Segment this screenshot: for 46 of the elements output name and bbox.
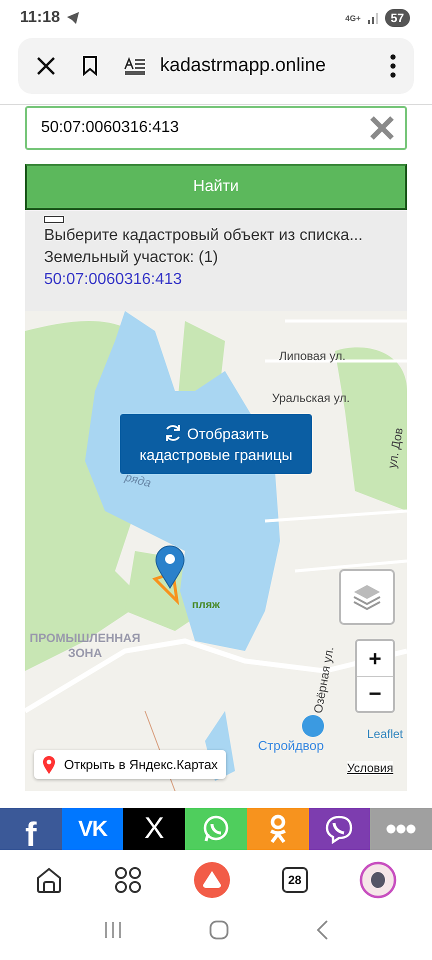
chat-bubble-icon bbox=[324, 814, 354, 844]
viber-share-button[interactable] bbox=[308, 808, 370, 850]
minimize-icon[interactable] bbox=[44, 216, 64, 223]
assistant-icon[interactable] bbox=[192, 861, 231, 899]
close-icon[interactable] bbox=[36, 56, 56, 76]
reader-icon[interactable] bbox=[124, 57, 146, 75]
map-label: Стройдвор bbox=[258, 738, 324, 753]
home-button-icon[interactable] bbox=[208, 920, 229, 940]
dots-icon bbox=[386, 824, 416, 834]
vk-share-button[interactable]: VK bbox=[62, 808, 124, 850]
back-icon[interactable] bbox=[316, 920, 328, 940]
map-label: ПРОМЫШЛЕННАЯ ЗОНА bbox=[28, 631, 142, 661]
search-field[interactable]: 50:07:0060316:413 bbox=[25, 106, 407, 150]
zoom-out-button[interactable]: − bbox=[357, 676, 393, 711]
terms-link[interactable]: Условия bbox=[347, 761, 394, 775]
home-icon[interactable] bbox=[35, 866, 64, 894]
facebook-share-button[interactable]: f bbox=[0, 808, 62, 850]
map-pin-icon[interactable] bbox=[155, 545, 185, 589]
result-link[interactable]: 50:07:0060316:413 bbox=[44, 271, 388, 289]
network-type: 4G+ bbox=[345, 14, 361, 22]
calendar-tabs-button[interactable]: 28 bbox=[282, 867, 308, 893]
results-prompt: Выберите кадастровый объект из списка... bbox=[44, 227, 364, 245]
send-icon bbox=[66, 12, 80, 24]
show-boundaries-button[interactable]: Отобразить кадастровые границы bbox=[120, 414, 312, 474]
x-share-button[interactable]: X bbox=[123, 808, 186, 850]
results-category: Земельный участок: (1) bbox=[44, 249, 220, 267]
phone-bubble-icon bbox=[202, 815, 230, 843]
profile-avatar-icon[interactable] bbox=[358, 861, 397, 899]
map-label: Уральская ул. bbox=[272, 391, 350, 405]
bookmark-icon[interactable] bbox=[82, 56, 98, 76]
map-label: Озёрная ул. bbox=[310, 646, 336, 714]
location-pin-icon bbox=[42, 754, 56, 774]
signal-icon bbox=[366, 12, 379, 24]
map-label: ул. Дов bbox=[384, 426, 406, 470]
map-label: Липовая ул. bbox=[279, 349, 346, 363]
status-time: 11:18 bbox=[20, 9, 60, 27]
layers-icon bbox=[352, 583, 382, 611]
clear-icon[interactable] bbox=[369, 115, 395, 141]
map-label: пляж bbox=[192, 599, 220, 611]
apps-grid-icon[interactable] bbox=[114, 866, 142, 894]
person-icon bbox=[268, 814, 288, 844]
battery-level: 57 bbox=[384, 9, 410, 27]
layers-button[interactable] bbox=[339, 569, 395, 625]
recent-apps-icon[interactable] bbox=[104, 921, 122, 939]
open-yandex-maps-button[interactable]: Открыть в Яндекс.Картах bbox=[34, 750, 226, 779]
more-menu-icon[interactable] bbox=[390, 54, 396, 78]
